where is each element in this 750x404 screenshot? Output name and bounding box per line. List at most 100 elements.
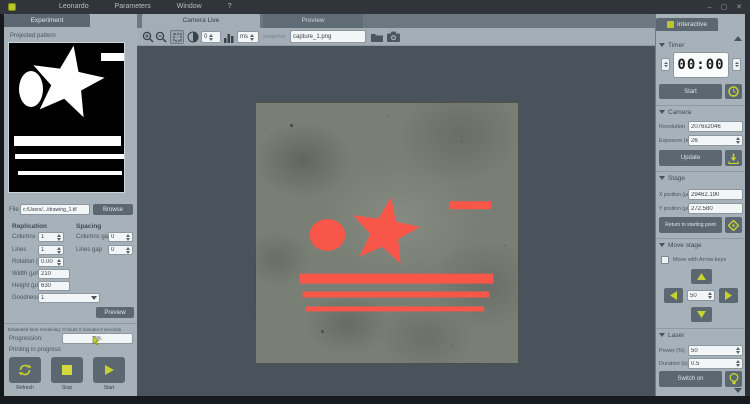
histogram-icon[interactable] bbox=[224, 32, 235, 43]
return-to-start-button[interactable]: Return to starting point bbox=[659, 217, 722, 233]
resolution-input[interactable]: 2076x2046 bbox=[688, 121, 743, 132]
columns-stepper[interactable] bbox=[57, 234, 61, 241]
arrow-left-icon bbox=[670, 291, 677, 300]
stage-section-header[interactable]: Stage bbox=[659, 175, 685, 182]
projected-pattern-label: Projected pattern bbox=[10, 33, 56, 39]
timer-section-header[interactable]: Timer bbox=[659, 42, 684, 49]
columns-gap-stepper[interactable] bbox=[126, 234, 130, 241]
maximize-button[interactable]: ▢ bbox=[721, 3, 728, 11]
close-button[interactable]: ✕ bbox=[736, 3, 742, 11]
exposure-unit-stepper[interactable] bbox=[250, 34, 254, 41]
move-down-button[interactable] bbox=[691, 307, 712, 322]
snapshot-label: snapshot bbox=[263, 34, 285, 40]
camera-icon[interactable] bbox=[387, 31, 400, 42]
scroll-down-icon[interactable] bbox=[734, 388, 742, 393]
play-icon bbox=[103, 364, 115, 376]
exposure-stepper[interactable] bbox=[736, 137, 740, 144]
move-step-stepper[interactable] bbox=[708, 292, 712, 299]
height-input[interactable]: 630 bbox=[38, 281, 70, 291]
refresh-button-label: Refresh bbox=[9, 385, 41, 391]
tab-camera-live[interactable]: Camera Live bbox=[142, 14, 260, 28]
arrow-keys-checkbox[interactable] bbox=[661, 256, 669, 264]
tab-experiment[interactable]: Experiment bbox=[4, 14, 90, 27]
contrast-icon[interactable] bbox=[187, 31, 199, 43]
lines-gap-stepper[interactable] bbox=[126, 247, 130, 254]
file-label: File bbox=[9, 207, 19, 213]
power-stepper[interactable] bbox=[736, 347, 740, 354]
move-stage-section-header[interactable]: Move stage bbox=[659, 242, 702, 249]
rotation-input[interactable]: 0.00 bbox=[38, 257, 64, 267]
columns-gap-input[interactable]: 0 bbox=[108, 232, 133, 242]
move-left-button[interactable] bbox=[664, 288, 683, 303]
pattern-shapes bbox=[9, 43, 124, 192]
download-button[interactable] bbox=[725, 150, 742, 166]
lines-input[interactable]: 1 bbox=[38, 245, 64, 255]
arrow-right-icon bbox=[725, 291, 732, 300]
tab-preview[interactable]: Preview bbox=[263, 14, 363, 28]
start-button-left[interactable] bbox=[93, 357, 125, 383]
arrow-down-icon bbox=[697, 311, 706, 318]
lamp-button[interactable] bbox=[725, 371, 742, 387]
collapse-icon-stage bbox=[659, 176, 665, 180]
home-target-button[interactable] bbox=[725, 217, 742, 233]
menu-window[interactable]: Window bbox=[164, 0, 215, 14]
collapse-icon-move bbox=[659, 243, 665, 247]
columns-input[interactable]: 1 bbox=[38, 232, 64, 242]
update-button[interactable]: Update bbox=[659, 150, 722, 166]
target-icon bbox=[728, 220, 739, 231]
timer-minutes-stepper[interactable] bbox=[661, 58, 670, 71]
exposure-unit-input[interactable]: ms bbox=[237, 31, 259, 43]
zoom-out-icon[interactable] bbox=[155, 31, 167, 43]
minimize-button[interactable]: – bbox=[708, 4, 712, 11]
laser-section-header[interactable]: Laser bbox=[659, 332, 684, 339]
timer-clock-button[interactable] bbox=[725, 84, 742, 99]
browse-button[interactable]: Browse bbox=[93, 204, 133, 215]
refresh-button[interactable] bbox=[9, 357, 41, 383]
file-path-input[interactable]: c:/Users/.../drawing_1.tif bbox=[20, 204, 90, 215]
folder-icon[interactable] bbox=[371, 32, 383, 42]
y-position-input[interactable]: 272.580 bbox=[688, 203, 743, 214]
duration-label: Duration (s) bbox=[659, 361, 688, 367]
camera-live-image bbox=[255, 102, 519, 364]
scroll-up-icon[interactable] bbox=[734, 36, 742, 41]
lines-stepper[interactable] bbox=[57, 247, 61, 254]
switch-on-button[interactable]: Switch on bbox=[659, 371, 722, 387]
camera-toolbar: 0 ms snapshot capture_1.png bbox=[137, 28, 655, 46]
menu-help[interactable]: ? bbox=[215, 0, 245, 14]
menu-parameters[interactable]: Parameters bbox=[102, 0, 164, 14]
interactive-panel: Interactive Timer 00:00 Start Camera Res… bbox=[655, 14, 745, 396]
zoom-in-icon[interactable] bbox=[142, 31, 154, 43]
goodness-label: Goodness bbox=[12, 295, 39, 301]
timer-start-button[interactable]: Start bbox=[659, 84, 722, 99]
tab-interactive[interactable]: Interactive bbox=[656, 18, 718, 31]
move-step-input[interactable]: 50 bbox=[687, 290, 715, 301]
lines-gap-input[interactable]: 0 bbox=[108, 245, 133, 255]
camera-section-header[interactable]: Camera bbox=[659, 109, 691, 116]
exposure-input[interactable]: 26 bbox=[688, 135, 743, 146]
frame-icon bbox=[173, 33, 182, 42]
preview-button[interactable]: Preview bbox=[96, 307, 134, 318]
power-label: Power (%) bbox=[659, 348, 685, 354]
goodness-select[interactable]: 1 bbox=[38, 293, 100, 303]
move-up-button[interactable] bbox=[691, 269, 712, 284]
fit-frame-button[interactable] bbox=[170, 30, 184, 44]
menu-leonardo[interactable]: Leonardo bbox=[46, 0, 102, 14]
duration-input[interactable]: 0.5 bbox=[688, 358, 743, 369]
contrast-value-input[interactable]: 0 bbox=[201, 31, 221, 43]
arrow-up-icon bbox=[697, 273, 706, 280]
move-right-button[interactable] bbox=[719, 288, 738, 303]
clock-icon bbox=[728, 86, 739, 97]
app-window: Leonardo Parameters Window ? – ▢ ✕ Exper… bbox=[0, 0, 750, 404]
snapshot-filename-input[interactable]: capture_1.png bbox=[290, 30, 366, 43]
contrast-value-stepper[interactable] bbox=[209, 34, 213, 41]
lines-label: Lines bbox=[12, 247, 26, 253]
stop-button[interactable] bbox=[51, 357, 83, 383]
width-input[interactable]: 210 bbox=[38, 269, 70, 279]
timer-seconds-stepper[interactable] bbox=[732, 58, 741, 71]
power-input[interactable]: 50 bbox=[688, 345, 743, 356]
duration-stepper[interactable] bbox=[736, 360, 740, 367]
projected-pattern-preview bbox=[8, 42, 125, 193]
rotation-stepper[interactable] bbox=[57, 259, 61, 266]
camera-canvas[interactable] bbox=[137, 46, 655, 396]
x-position-input[interactable]: 29462.190 bbox=[688, 189, 743, 200]
